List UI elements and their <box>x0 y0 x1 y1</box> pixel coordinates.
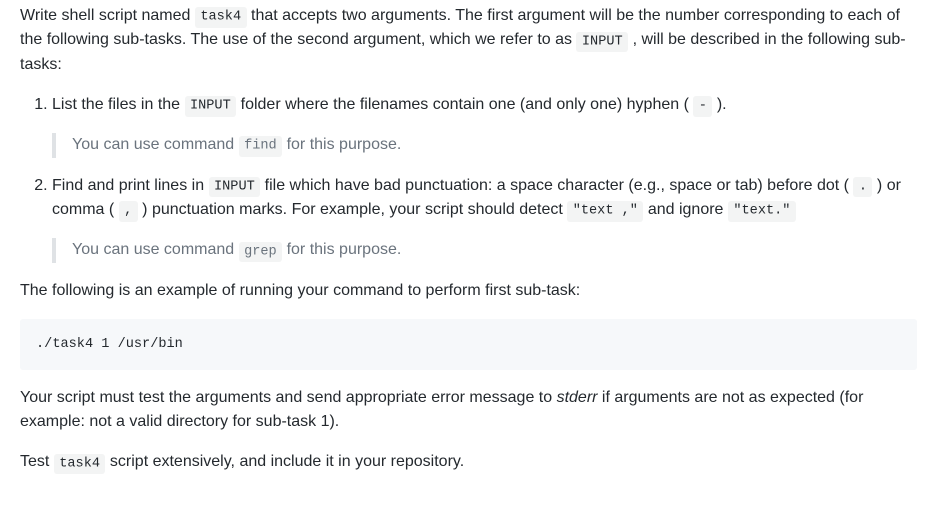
grep-cmd-code: grep <box>239 242 283 262</box>
stderr-note: Your script must test the arguments and … <box>20 386 917 434</box>
task-text: folder where the filenames contain one (… <box>236 96 693 113</box>
hint-2-text: You can use command grep for this purpos… <box>72 238 901 262</box>
comma-code: , <box>119 201 138 221</box>
example-command-block: ./task4 1 /usr/bin <box>20 319 917 371</box>
subtask-1: List the files in the INPUT folder where… <box>52 93 917 117</box>
input-code: INPUT <box>185 96 237 116</box>
task-text: file which have bad punctuation: a space… <box>260 177 853 194</box>
subtask-1-text: List the files in the INPUT folder where… <box>52 93 917 117</box>
document-page: { "intro": { "part1": "Write shell scrip… <box>0 0 937 511</box>
script-name-code: task4 <box>195 7 247 27</box>
hyphen-code: - <box>693 96 712 116</box>
task-text: ). <box>712 96 726 113</box>
subtask-2: Find and print lines in INPUT file which… <box>52 174 917 223</box>
closing-text: Test <box>20 453 54 470</box>
task-text: List the files in the <box>52 96 185 113</box>
closing-text: script extensively, and include it in yo… <box>105 453 464 470</box>
task-text: ) punctuation marks. For example, your s… <box>138 201 568 218</box>
script-name-code: task4 <box>54 454 106 474</box>
note-text: Your script must test the arguments and … <box>20 389 557 406</box>
input-arg-code: INPUT <box>576 32 628 52</box>
task-text: and ignore <box>643 201 728 218</box>
subtask-list: List the files in the INPUT folder where… <box>20 93 917 263</box>
dot-code: . <box>853 177 872 197</box>
stderr-em: stderr <box>557 389 598 406</box>
subtask-2-text: Find and print lines in INPUT file which… <box>52 174 917 223</box>
intro-text: Write shell script named <box>20 7 195 24</box>
bad-example-code: "text ," <box>567 201 643 221</box>
hint-text: for this purpose. <box>282 136 401 153</box>
example-intro: The following is an example of running y… <box>20 279 917 303</box>
hint-1-text: You can use command find for this purpos… <box>72 133 901 157</box>
task-text: Find and print lines in <box>52 177 209 194</box>
input-code: INPUT <box>209 177 261 197</box>
hint-text: You can use command <box>72 136 239 153</box>
hint-block-1: You can use command find for this purpos… <box>52 133 917 157</box>
intro-paragraph: Write shell script named task4 that acce… <box>20 4 917 77</box>
closing-paragraph: Test task4 script extensively, and inclu… <box>20 450 917 474</box>
hint-text: for this purpose. <box>282 241 401 258</box>
hint-text: You can use command <box>72 241 239 258</box>
hint-block-2: You can use command grep for this purpos… <box>52 238 917 262</box>
good-example-code: "text." <box>728 201 796 221</box>
find-cmd-code: find <box>239 136 283 156</box>
